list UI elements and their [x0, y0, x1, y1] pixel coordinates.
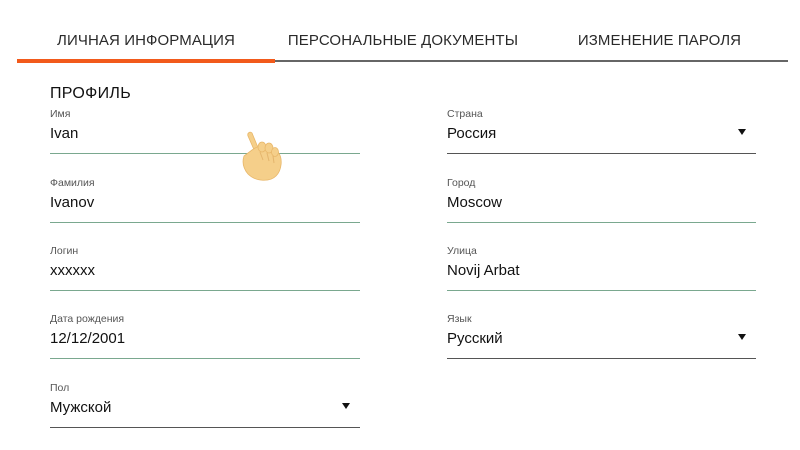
tab-label: ИЗМЕНЕНИЕ ПАРОЛЯ	[577, 31, 742, 49]
last-name-field[interactable]: Фамилия Ivanov	[50, 177, 360, 223]
field-label: Дата рождения	[50, 313, 125, 325]
tab-personal-info[interactable]: ЛИЧНАЯ ИНФОРМАЦИЯ	[17, 20, 275, 63]
tab-label: ЛИЧНАЯ ИНФОРМАЦИЯ	[57, 31, 235, 49]
field-label: Пол	[50, 382, 70, 394]
dropdown-arrow-icon[interactable]	[342, 403, 350, 409]
field-label: Страна	[447, 108, 483, 120]
field-underline	[50, 358, 360, 359]
dropdown-arrow-icon[interactable]	[738, 334, 746, 340]
field-value: Мужской	[50, 399, 112, 416]
field-label: Имя	[50, 108, 71, 120]
field-underline	[50, 153, 360, 154]
field-value[interactable]: xxxxxx	[50, 262, 95, 279]
field-value: Русский	[447, 330, 503, 347]
street-field[interactable]: Улица Novij Arbat	[447, 245, 756, 291]
city-field[interactable]: Город Moscow	[447, 177, 756, 223]
first-name-field[interactable]: Имя Ivan	[50, 108, 360, 154]
field-label: Логин	[50, 245, 79, 257]
tab-personal-documents[interactable]: ПЕРСОНАЛЬНЫЕ ДОКУМЕНТЫ	[275, 20, 531, 60]
field-value[interactable]: Novij Arbat	[447, 262, 520, 279]
hand-pointer-icon	[242, 131, 282, 181]
field-underline	[447, 222, 756, 223]
language-select[interactable]: Язык Русский	[447, 313, 756, 359]
field-value: Россия	[447, 125, 497, 142]
login-field[interactable]: Логин xxxxxx	[50, 245, 360, 291]
tab-label: ПЕРСОНАЛЬНЫЕ ДОКУМЕНТЫ	[287, 31, 519, 49]
field-underline	[50, 427, 360, 428]
field-value[interactable]: Ivanov	[50, 194, 94, 211]
field-label: Язык	[447, 313, 472, 325]
field-value[interactable]: 12/12/2001	[50, 330, 125, 347]
tab-change-password[interactable]: ИЗМЕНЕНИЕ ПАРОЛЯ	[531, 20, 788, 60]
field-underline	[50, 222, 360, 223]
profile-page: ЛИЧНАЯ ИНФОРМАЦИЯ ПЕРСОНАЛЬНЫЕ ДОКУМЕНТЫ…	[0, 0, 800, 450]
field-value[interactable]: Moscow	[447, 194, 502, 211]
section-title: ПРОФИЛЬ	[50, 85, 132, 102]
tab-bar: ЛИЧНАЯ ИНФОРМАЦИЯ ПЕРСОНАЛЬНЫЕ ДОКУМЕНТЫ…	[17, 20, 788, 63]
field-underline	[447, 358, 756, 359]
field-label: Город	[447, 177, 476, 189]
birth-date-field[interactable]: Дата рождения 12/12/2001	[50, 313, 360, 359]
gender-select[interactable]: Пол Мужской	[50, 382, 360, 428]
field-underline	[50, 290, 360, 291]
field-underline	[447, 290, 756, 291]
field-label: Улица	[447, 245, 477, 257]
field-underline	[447, 153, 756, 154]
field-label: Фамилия	[50, 177, 95, 189]
field-value[interactable]: Ivan	[50, 125, 78, 142]
dropdown-arrow-icon[interactable]	[738, 129, 746, 135]
country-select[interactable]: Страна Россия	[447, 108, 756, 154]
